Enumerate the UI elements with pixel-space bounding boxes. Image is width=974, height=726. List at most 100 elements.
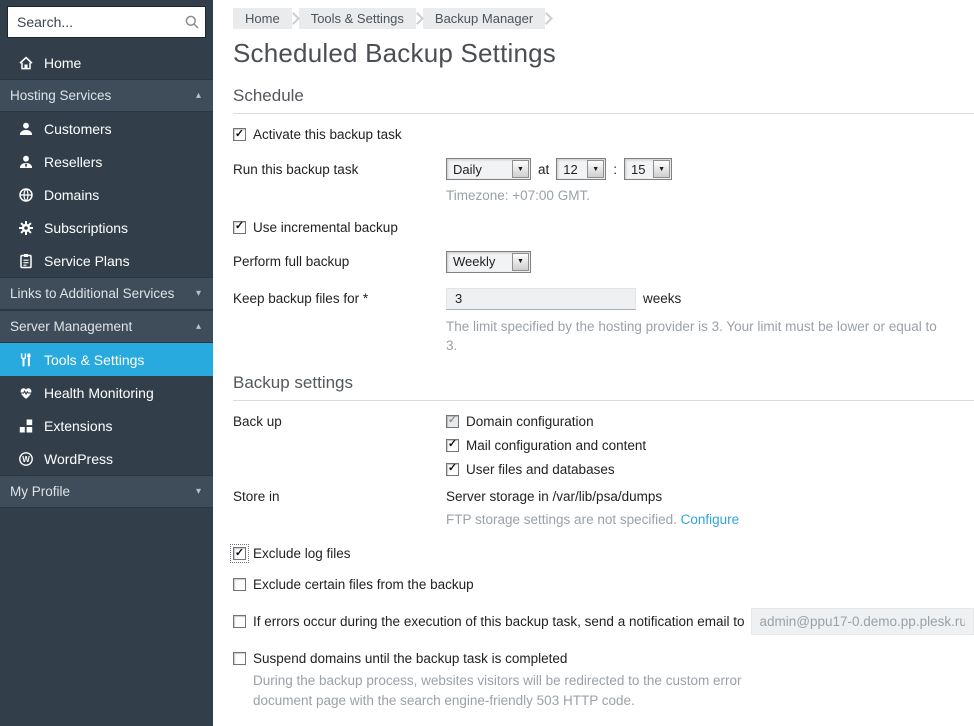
notify-row: ✓ If errors occur during the execution o… (233, 608, 974, 635)
search-input[interactable] (8, 14, 179, 30)
main-content: Home Tools & Settings Backup Manager Sch… (213, 0, 974, 726)
domains-icon (18, 187, 34, 203)
exclude-log-checkbox[interactable]: ✓ (233, 547, 246, 560)
store-ftp-note: FTP storage settings are not specified. (446, 512, 677, 527)
incremental-backup-checkbox[interactable]: ✓ (233, 221, 246, 234)
domain-configuration-label: Domain configuration (466, 414, 594, 429)
domain-configuration-checkbox: ✓ (446, 415, 459, 428)
breadcrumb: Home Tools & Settings Backup Manager (233, 8, 974, 29)
option-domain-configuration: ✓ Domain configuration (446, 414, 646, 429)
sidebar-item-label: Resellers (44, 154, 102, 170)
sidebar-item-label: WordPress (44, 451, 113, 467)
sidebar-section-my-profile[interactable]: My Profile ▾ (0, 475, 213, 508)
configure-link[interactable]: Configure (681, 512, 740, 527)
sidebar-item-service-plans[interactable]: Service Plans (0, 244, 213, 277)
sidebar-section-server-management[interactable]: Server Management ▴ (0, 310, 213, 343)
sidebar-section-links-additional-services[interactable]: Links to Additional Services ▾ (0, 277, 213, 310)
sidebar-item-label: Health Monitoring (44, 385, 154, 401)
sidebar-item-label: Extensions (44, 418, 112, 434)
sidebar-item-label: Subscriptions (44, 220, 128, 236)
page-title: Scheduled Backup Settings (233, 38, 974, 69)
breadcrumb-home[interactable]: Home (233, 8, 292, 29)
exclude-files-checkbox[interactable]: ✓ (233, 578, 246, 591)
full-backup-label: Perform full backup (233, 254, 446, 269)
sidebar: Home Hosting Services ▴ Customers Resell… (0, 0, 213, 726)
sidebar-nav: Home Hosting Services ▴ Customers Resell… (0, 46, 213, 508)
timezone-note: Timezone: +07:00 GMT. (446, 186, 974, 206)
keep-files-row: Keep backup files for * weeks (233, 288, 974, 310)
sidebar-section-label: My Profile (10, 484, 70, 499)
extensions-icon (18, 418, 34, 434)
dropdown-arrow-icon: ▼ (587, 160, 604, 178)
resellers-icon (18, 154, 34, 170)
notify-label[interactable]: If errors occur during the execution of … (253, 614, 745, 629)
store-in-row: Store in Server storage in /var/lib/psa/… (233, 489, 974, 530)
suspend-checkbox[interactable]: ✓ (233, 652, 246, 665)
notify-checkbox[interactable]: ✓ (233, 615, 246, 628)
sidebar-search (8, 7, 205, 37)
sidebar-item-health-monitoring[interactable]: Health Monitoring (0, 376, 213, 409)
breadcrumb-tools-settings[interactable]: Tools & Settings (299, 8, 416, 29)
exclude-log-label[interactable]: Exclude log files (253, 546, 351, 561)
collapse-arrow-icon: ▾ (196, 288, 201, 299)
home-icon (18, 55, 34, 71)
sidebar-item-extensions[interactable]: Extensions (0, 409, 213, 442)
sidebar-section-label: Server Management (10, 319, 132, 334)
run-task-row: Run this backup task Daily ▼ at 12 ▼ : 1… (233, 158, 974, 180)
sidebar-section-label: Links to Additional Services (10, 286, 174, 301)
activate-backup-checkbox[interactable]: ✓ (233, 128, 246, 141)
mail-configuration-checkbox[interactable]: ✓ (446, 439, 459, 452)
sidebar-item-customers[interactable]: Customers (0, 112, 213, 145)
customers-icon (18, 121, 34, 137)
search-icon (179, 14, 205, 30)
sidebar-item-label: Home (44, 55, 81, 71)
store-server-text: Server storage in /var/lib/psa/dumps (446, 489, 739, 504)
full-backup-select[interactable]: Weekly ▼ (446, 251, 531, 273)
sidebar-item-domains[interactable]: Domains (0, 178, 213, 211)
keep-files-input[interactable] (446, 288, 636, 310)
backup-content-row: Back up ✓ Domain configuration ✓ Mail co… (233, 414, 974, 477)
dropdown-arrow-icon: ▼ (653, 160, 670, 178)
section-backup-settings: Backup settings (233, 373, 974, 401)
activate-backup-row: ✓ Activate this backup task (233, 127, 974, 142)
sidebar-section-label: Hosting Services (10, 88, 111, 103)
section-schedule: Schedule (233, 86, 974, 114)
tools-icon (18, 352, 34, 368)
suspend-label[interactable]: Suspend domains until the backup task is… (253, 651, 567, 666)
option-mail-configuration: ✓ Mail configuration and content (446, 438, 646, 453)
store-in-details: Server storage in /var/lib/psa/dumps FTP… (446, 489, 739, 530)
suspend-hint: During the backup process, websites visi… (253, 671, 758, 710)
user-files-label[interactable]: User files and databases (466, 462, 615, 477)
colon-text: : (613, 162, 617, 177)
run-task-controls: Daily ▼ at 12 ▼ : 15 ▼ (446, 158, 672, 180)
minute-select[interactable]: 15 ▼ (624, 158, 672, 180)
period-select[interactable]: Daily ▼ (446, 158, 531, 180)
mail-configuration-label[interactable]: Mail configuration and content (466, 438, 646, 453)
keep-files-hint: The limit specified by the hosting provi… (446, 317, 946, 356)
sidebar-item-resellers[interactable]: Resellers (0, 145, 213, 178)
hour-select[interactable]: 12 ▼ (556, 158, 606, 180)
health-monitoring-icon (18, 385, 34, 401)
sidebar-item-label: Customers (44, 121, 112, 137)
notify-email-input[interactable] (751, 608, 974, 635)
activate-backup-label[interactable]: Activate this backup task (253, 127, 402, 142)
breadcrumb-backup-manager[interactable]: Backup Manager (423, 8, 545, 29)
sidebar-item-home[interactable]: Home (0, 46, 213, 79)
dropdown-arrow-icon: ▼ (512, 160, 529, 178)
sidebar-item-tools-settings[interactable]: Tools & Settings (0, 343, 213, 376)
incremental-backup-label[interactable]: Use incremental backup (253, 220, 398, 235)
sidebar-section-hosting-services[interactable]: Hosting Services ▴ (0, 79, 213, 112)
collapse-arrow-icon: ▾ (196, 486, 201, 497)
svg-text:W: W (22, 454, 30, 463)
service-plans-icon (18, 253, 34, 269)
sidebar-item-wordpress[interactable]: W WordPress (0, 442, 213, 475)
user-files-checkbox[interactable]: ✓ (446, 463, 459, 476)
keep-files-label: Keep backup files for * (233, 291, 446, 306)
sidebar-item-subscriptions[interactable]: Subscriptions (0, 211, 213, 244)
keep-files-unit: weeks (643, 291, 681, 306)
wordpress-icon: W (18, 451, 34, 467)
collapse-arrow-icon: ▴ (196, 321, 201, 332)
exclude-files-label[interactable]: Exclude certain files from the backup (253, 577, 474, 592)
store-in-label: Store in (233, 489, 446, 530)
option-user-files: ✓ User files and databases (446, 462, 646, 477)
